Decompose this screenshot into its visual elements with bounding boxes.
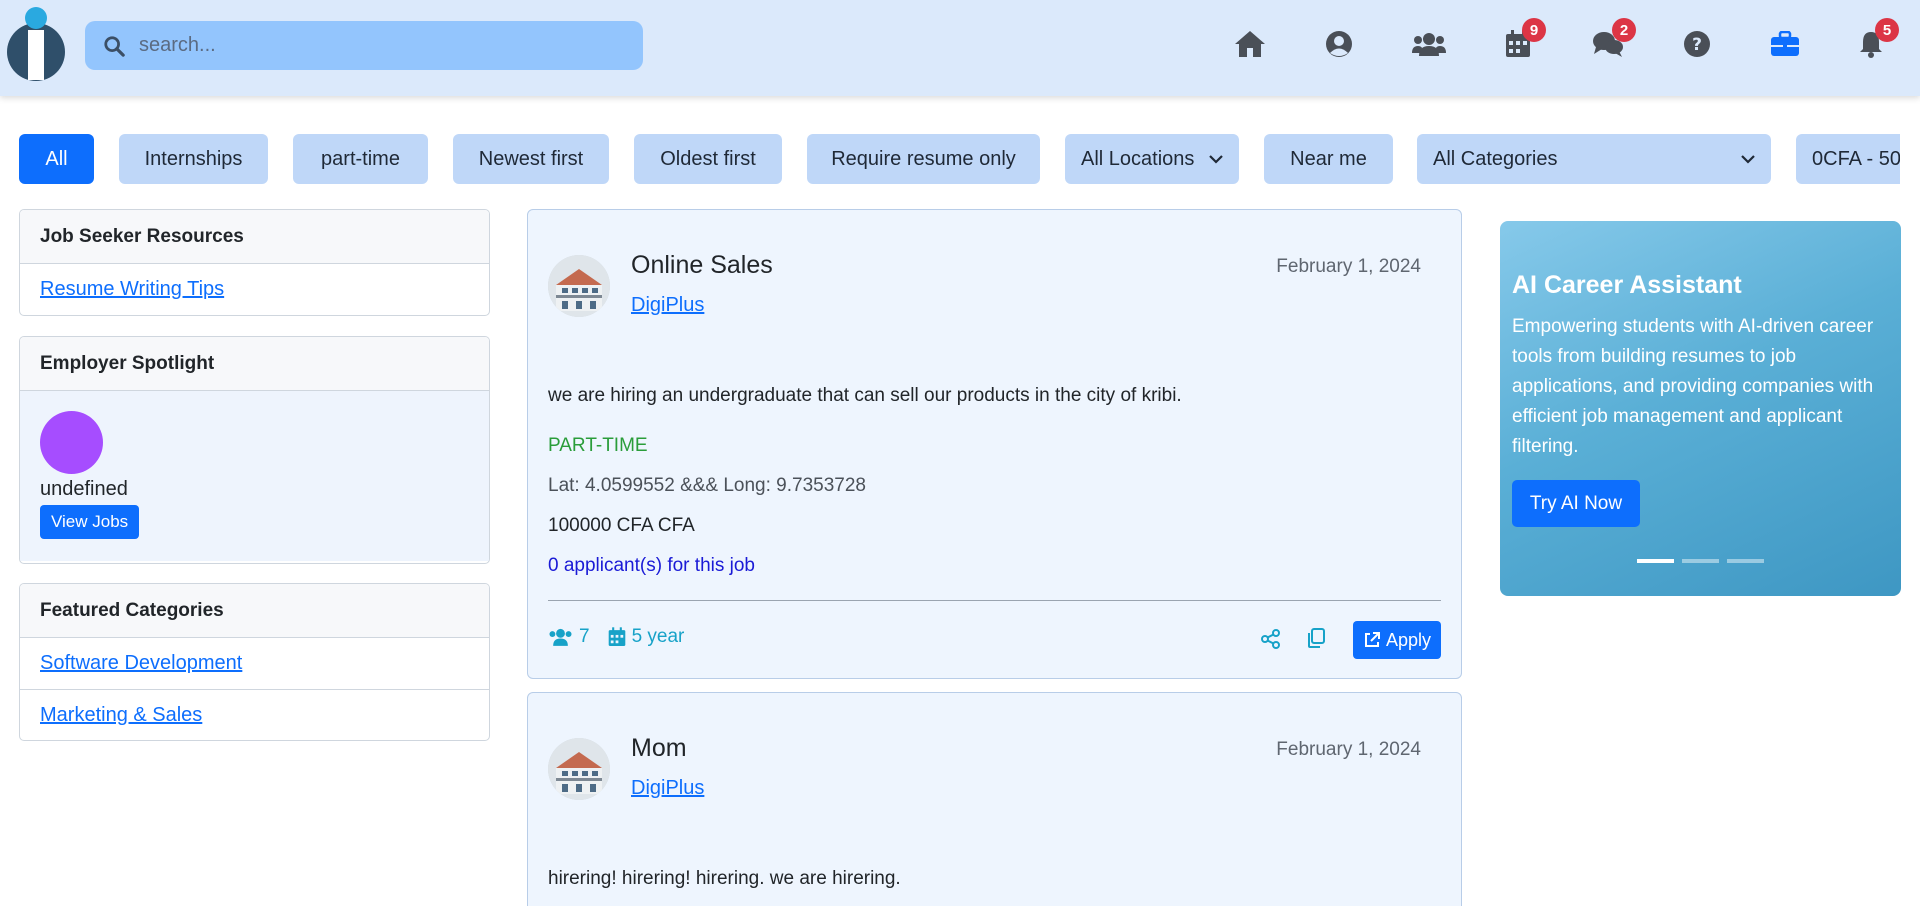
filter-all[interactable]: All: [19, 134, 94, 184]
filter-newest-first[interactable]: Newest first: [453, 134, 609, 184]
apply-button[interactable]: Apply: [1353, 621, 1441, 659]
chat-icon[interactable]: 2: [1590, 18, 1636, 62]
calendar-badge: 9: [1522, 18, 1546, 42]
resume-writing-tips-link[interactable]: Resume Writing Tips: [20, 264, 489, 315]
category-select-value: All Categories: [1433, 147, 1558, 170]
bell-icon[interactable]: 5: [1853, 18, 1899, 62]
home-icon[interactable]: [1232, 26, 1268, 62]
filter-require-resume[interactable]: Require resume only: [807, 134, 1040, 184]
card-title: Featured Categories: [20, 584, 489, 638]
copy-icon[interactable]: [1305, 627, 1327, 654]
promo-title: AI Career Assistant: [1512, 271, 1742, 299]
post-date: February 1, 2024: [1276, 739, 1421, 760]
chat-badge: 2: [1612, 18, 1636, 42]
job-card[interactable]: Mom DigiPlus February 1, 2024 hirering! …: [527, 692, 1462, 906]
notification-badge: 5: [1875, 18, 1899, 42]
company-link[interactable]: DigiPlus: [631, 777, 704, 800]
filter-oldest-first[interactable]: Oldest first: [634, 134, 782, 184]
post-date: February 1, 2024: [1276, 256, 1421, 277]
promo-text: Empowering students with AI-driven caree…: [1512, 316, 1874, 457]
users-icon[interactable]: [1411, 26, 1447, 62]
carousel-indicator[interactable]: [1727, 559, 1764, 563]
job-card[interactable]: Online Sales DigiPlus February 1, 2024 w…: [527, 209, 1462, 679]
calendar-icon: [608, 627, 625, 646]
search-bar[interactable]: [85, 21, 643, 70]
category-link-software-development[interactable]: Software Development: [20, 638, 489, 689]
job-duration: 5 year: [631, 626, 685, 647]
search-input[interactable]: [139, 34, 619, 57]
employer-name: undefined: [40, 478, 128, 500]
top-navbar: 9 2 ? 5: [0, 0, 1920, 96]
carousel-indicator[interactable]: [1682, 559, 1719, 563]
company-avatar: [548, 738, 610, 800]
card-title: Employer Spotlight: [20, 337, 489, 391]
openings-count: 7: [579, 626, 590, 647]
salary-range-select[interactable]: 0CFA - 500: [1796, 134, 1900, 184]
filter-bar: All Internships part-time Newest first O…: [0, 134, 1900, 184]
svg-text:?: ?: [1692, 35, 1702, 55]
location-select-value: All Locations: [1081, 147, 1195, 170]
app-logo[interactable]: [6, 6, 66, 84]
job-type-label: PART-TIME: [548, 435, 648, 456]
calendar-icon[interactable]: 9: [1500, 18, 1546, 62]
featured-categories-card: Featured Categories Software Development…: [19, 583, 490, 741]
job-location: Lat: 4.0599552 &&& Long: 9.7353728: [548, 475, 866, 496]
employer-avatar: [40, 411, 103, 474]
filter-internships[interactable]: Internships: [119, 134, 268, 184]
user-circle-icon[interactable]: [1321, 26, 1357, 62]
chevron-down-icon: [1209, 155, 1223, 164]
apply-label: Apply: [1385, 629, 1432, 650]
category-select[interactable]: All Categories: [1417, 134, 1771, 184]
location-select[interactable]: All Locations: [1065, 134, 1239, 184]
job-seeker-resources-card: Job Seeker Resources Resume Writing Tips: [19, 209, 490, 316]
view-jobs-button[interactable]: View Jobs: [40, 505, 140, 539]
filter-part-time[interactable]: part-time: [293, 134, 428, 184]
company-avatar: [548, 255, 610, 317]
category-link-marketing-sales[interactable]: Marketing & Sales: [20, 689, 489, 740]
briefcase-icon[interactable]: [1767, 26, 1803, 62]
users-icon: [549, 628, 572, 646]
spotlight-body: undefined View Jobs: [20, 391, 489, 561]
help-icon[interactable]: ?: [1679, 26, 1715, 62]
job-title[interactable]: Mom: [631, 734, 687, 763]
carousel-indicator[interactable]: [1637, 559, 1674, 563]
job-title[interactable]: Online Sales: [631, 251, 773, 280]
chevron-down-icon: [1741, 155, 1755, 164]
job-description: we are hiring an undergraduate that can …: [548, 385, 1182, 406]
try-ai-now-button[interactable]: Try AI Now: [1512, 480, 1640, 527]
company-link[interactable]: DigiPlus: [631, 294, 704, 317]
external-link-icon: [1364, 632, 1380, 647]
divider: [548, 600, 1441, 601]
card-title: Job Seeker Resources: [20, 210, 489, 264]
job-salary: 100000 CFA CFA: [548, 515, 695, 536]
filter-near-me[interactable]: Near me: [1264, 134, 1393, 184]
share-icon[interactable]: [1261, 629, 1281, 654]
job-meta: 7 5 year: [548, 626, 684, 648]
search-icon: [104, 35, 125, 57]
employer-spotlight-card: Employer Spotlight undefined View Jobs: [19, 336, 490, 564]
ai-career-assistant-banner: AI Career Assistant Empowering students …: [1500, 221, 1901, 596]
applicant-count[interactable]: 0 applicant(s) for this job: [548, 555, 755, 577]
job-description: hirering! hirering! hirering. we are hir…: [548, 868, 901, 889]
